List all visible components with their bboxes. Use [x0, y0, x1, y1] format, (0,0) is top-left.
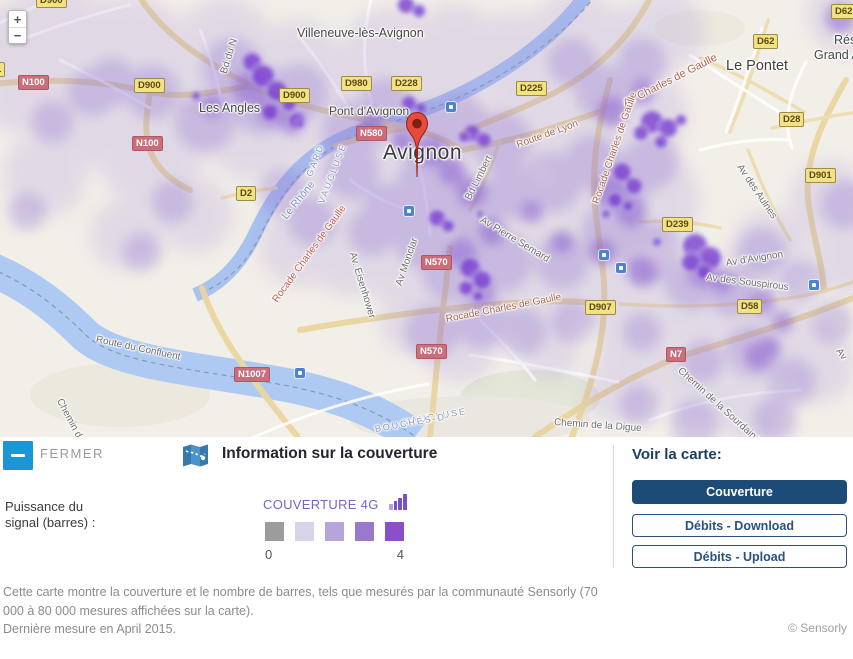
road-badge-n7: N7 [666, 347, 686, 362]
zoom-in-button[interactable]: + [9, 11, 26, 27]
last-measure-text: Dernière mesure en April 2015. [3, 620, 618, 639]
road-badge-n580: N580 [356, 126, 387, 141]
map-type-button-couverture[interactable]: Couverture [632, 480, 847, 504]
road-badge-n100: N100 [132, 136, 163, 151]
coverage-4g-label: COUVERTURE 4G [263, 497, 379, 512]
road-badge-d907: D907 [585, 300, 616, 315]
legend-swatch-1 [295, 522, 314, 541]
town-label-res-partial: Rés [834, 33, 853, 47]
town-label-grand-a-partial: Grand A [814, 48, 853, 62]
map-canvas[interactable]: Villeneuve-lès-Avignon Les Angles Avigno… [0, 0, 853, 437]
sidebar-heading: Voir la carte: [632, 446, 722, 463]
road-badge-d900-top: D900 [36, 0, 67, 8]
transit-poi-icon[interactable] [599, 250, 609, 260]
fermer-label[interactable]: FERMER [40, 446, 104, 461]
copyright-text: © Sensorly [788, 621, 847, 635]
legend-min: 0 [265, 547, 272, 562]
road-badge-partial-1: 1 [0, 62, 5, 77]
road-badge-d28: D28 [779, 112, 804, 127]
transit-poi-icon[interactable] [295, 368, 305, 378]
legend-swatch-3 [355, 522, 374, 541]
road-badge-n1007: N1007 [234, 367, 270, 382]
transit-poi-icon[interactable] [404, 206, 414, 216]
map-icon [182, 443, 209, 473]
panel-title: Information sur la couverture [222, 445, 437, 463]
coverage-info-panel: FERMER Information sur la couverture Pui… [0, 437, 853, 659]
town-label-villeneuve: Villeneuve-lès-Avignon [297, 26, 424, 40]
transit-poi-icon[interactable] [616, 263, 626, 273]
legend-max: 4 [397, 547, 404, 562]
collapse-panel-button[interactable] [3, 441, 33, 470]
vertical-divider [613, 445, 614, 568]
road-badge-d980: D980 [341, 76, 372, 91]
zoom-out-button[interactable]: − [9, 27, 26, 43]
signal-bars-icon [389, 493, 407, 510]
legend-scale: 0 4 [265, 547, 404, 562]
road-badge-d225: D225 [516, 81, 547, 96]
town-label-les-angles: Les Angles [199, 101, 260, 115]
road-badge-d2: D2 [236, 186, 256, 201]
transit-poi-icon[interactable] [809, 280, 819, 290]
road-badge-n570: N570 [416, 344, 447, 359]
road-badge-n570: N570 [421, 255, 452, 270]
signal-strength-label: Puissance du signal (barres) : [5, 499, 95, 531]
transit-poi-icon[interactable] [446, 102, 456, 112]
town-label-le-pontet: Le Pontet [726, 58, 788, 74]
road-badge-n100: N100 [18, 75, 49, 90]
map-type-button-debits-download[interactable]: Débits - Download [632, 514, 847, 537]
legend-swatch-2 [325, 522, 344, 541]
minus-icon [11, 454, 25, 457]
map-type-button-debits-upload[interactable]: Débits - Upload [632, 545, 847, 568]
road-badge-d900: D900 [134, 78, 165, 93]
label-pont-avignon: Pont d'Avignon [329, 104, 409, 118]
road-badge-d58: D58 [737, 299, 762, 314]
road-badge-d62: D62 [831, 4, 853, 19]
legend-swatch-0 [265, 522, 284, 541]
road-badge-d228: D228 [391, 76, 422, 91]
road-badge-d900: D900 [279, 88, 310, 103]
map-marker-pin[interactable] [405, 111, 429, 181]
map-zoom-control: + − [8, 10, 27, 44]
road-badge-d239: D239 [662, 217, 693, 232]
road-badge-d62: D62 [753, 34, 778, 49]
legend-swatch-4 [385, 522, 404, 541]
road-badge-d901: D901 [805, 168, 836, 183]
sensorly-coverage-app: Villeneuve-lès-Avignon Les Angles Avigno… [0, 0, 853, 659]
coverage-legend [265, 522, 404, 541]
coverage-description: Cette carte montre la couverture et le n… [3, 583, 618, 620]
